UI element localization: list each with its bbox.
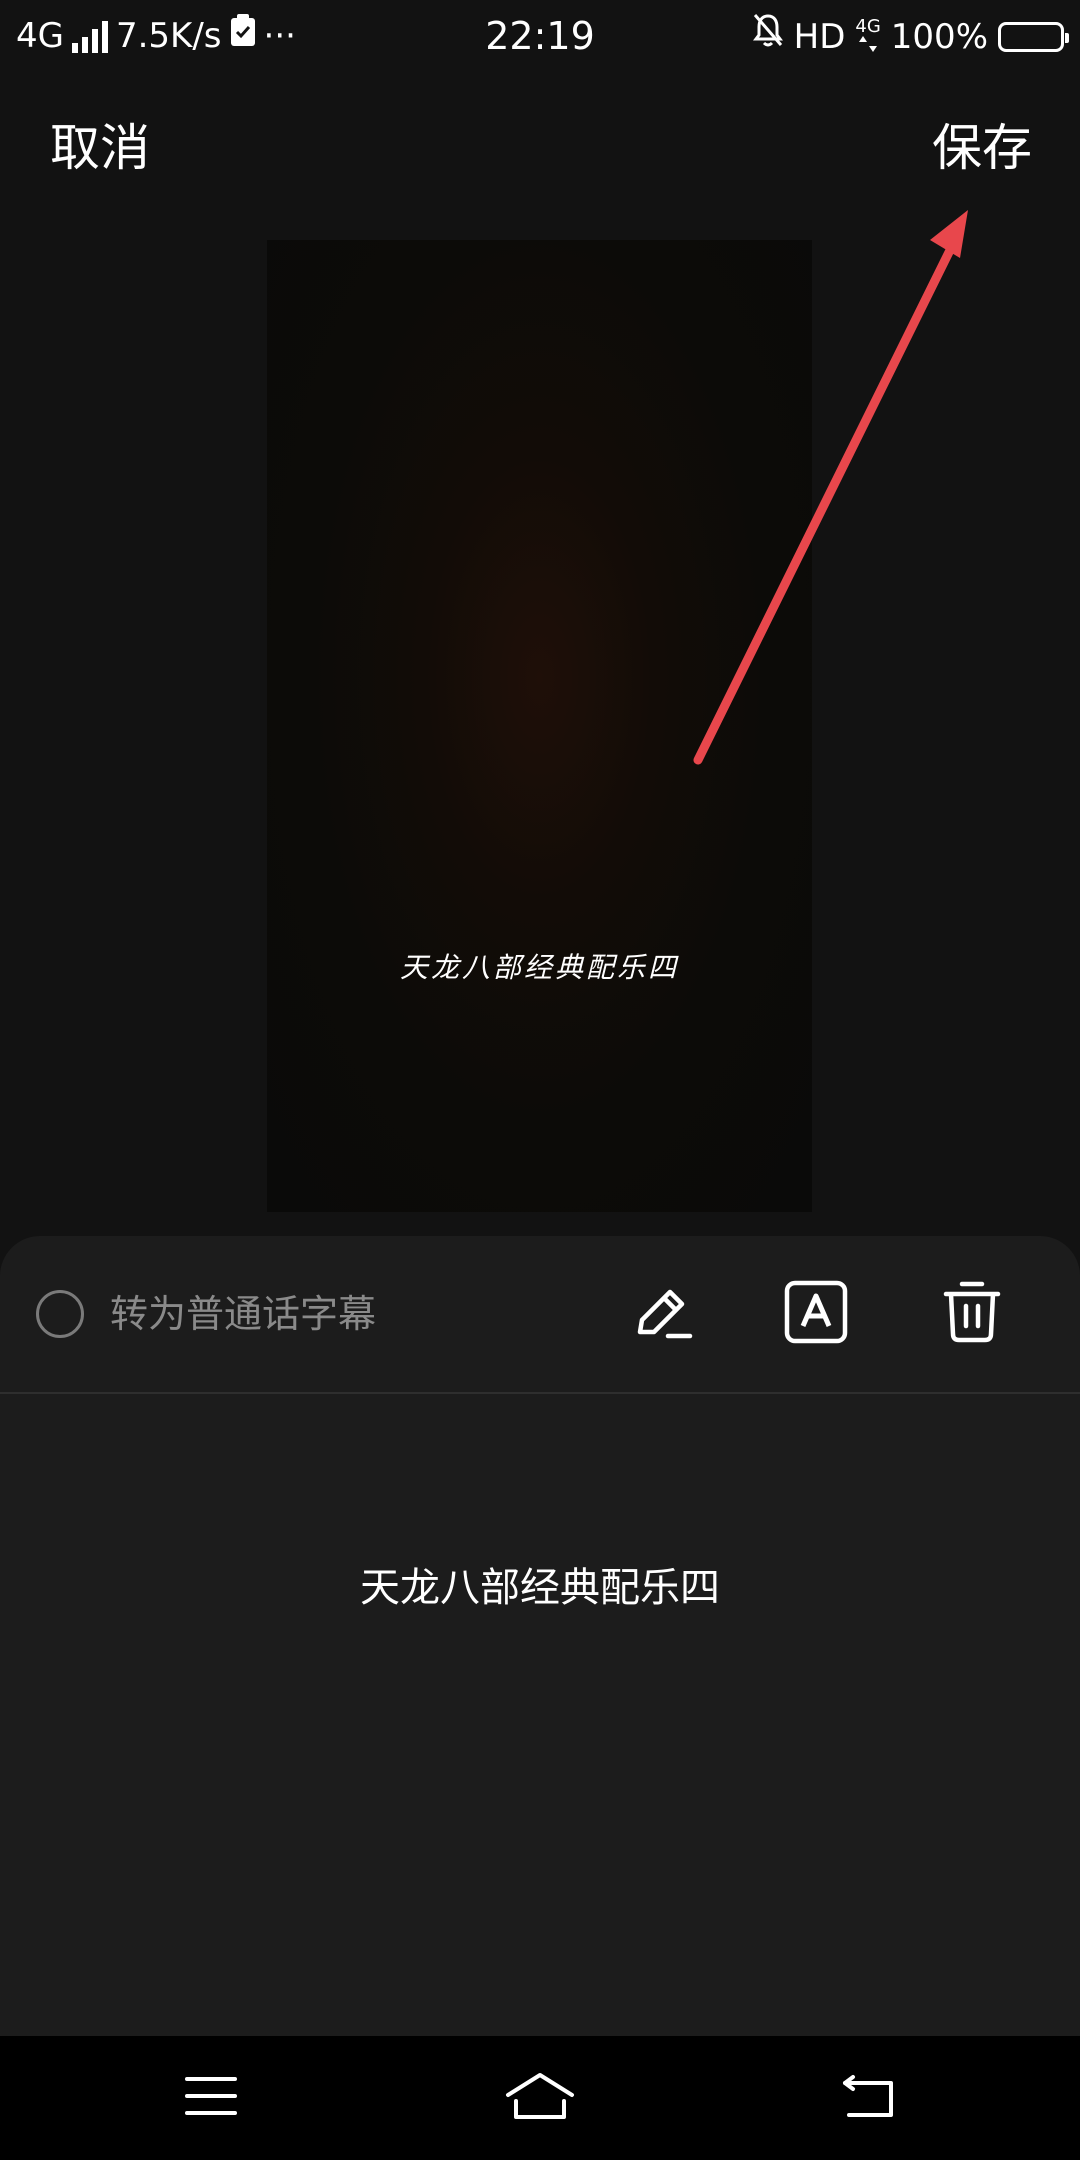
battery-percent: 100% [890,16,988,57]
preview-caption: 天龙八部经典配乐四 [399,951,679,984]
menu-button[interactable] [161,2060,261,2136]
home-button[interactable] [490,2060,590,2136]
home-icon [504,2071,576,2125]
delete-button[interactable] [934,1276,1010,1352]
video-preview[interactable]: 天龙八部经典配乐四 [267,240,812,1212]
cancel-button[interactable]: 取消 [50,118,150,178]
pencil-icon [630,1280,694,1348]
back-icon [841,2073,897,2123]
convert-radio[interactable] [36,1290,84,1338]
edit-button[interactable] [624,1276,700,1352]
header: 取消 保存 [0,72,1080,232]
status-bar: 4G 7.5K/s ··· 22:19 HD 4G 100% [0,0,1080,72]
save-button[interactable]: 保存 [932,118,1032,178]
trash-icon [942,1280,1002,1348]
navigation-bar [0,2036,1080,2160]
subtitle-text[interactable]: 天龙八部经典配乐四 [0,1560,1080,1616]
divider [0,1392,1080,1394]
menu-icon [185,2075,237,2121]
bell-muted-icon [752,12,784,61]
network-4g-small: 4G [855,17,881,56]
subtitle-panel: 转为普通话字幕 天龙八部经典配乐四 [0,1236,1080,2036]
hd-indicator: HD [793,16,846,57]
subtitle-toolbar: 转为普通话字幕 [0,1236,1080,1392]
font-style-button[interactable] [778,1276,854,1352]
convert-label[interactable]: 转为普通话字幕 [110,1288,376,1340]
battery-icon [998,21,1069,52]
font-a-icon [784,1280,848,1348]
status-right: HD 4G 100% [752,12,1069,61]
back-button[interactable] [819,2060,919,2136]
